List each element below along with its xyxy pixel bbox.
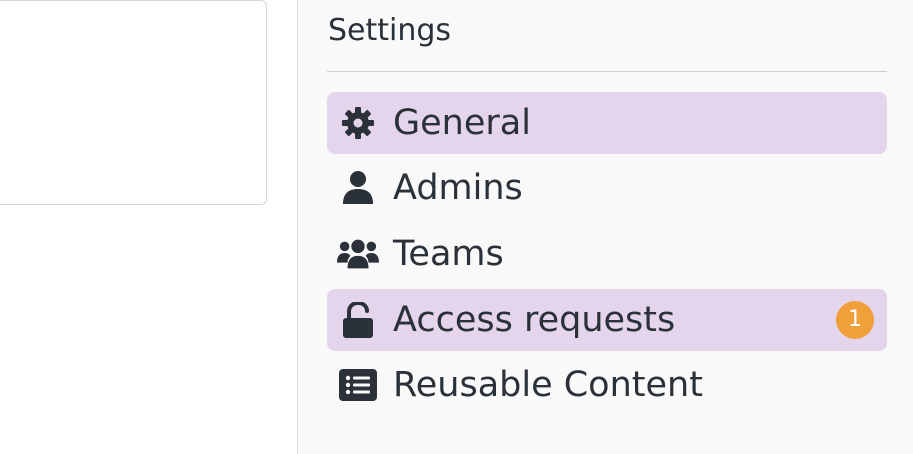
page: Settings General Admins Teams Access req… [0,0,913,454]
sidebar-item-label: General [393,103,531,143]
gear-icon [337,102,379,144]
main-content-area [0,0,297,454]
content-card [0,0,267,205]
settings-sidebar: Settings General Admins Teams Access req… [297,0,913,454]
sidebar-divider [327,71,887,72]
sidebar-item-label: Access requests [393,300,676,340]
sidebar-title: Settings [328,13,452,48]
sidebar-item-general[interactable]: General [327,92,887,154]
user-icon [337,167,379,209]
unlock-icon [337,299,379,341]
list-icon [337,364,379,406]
sidebar-item-label: Reusable Content [393,365,703,405]
sidebar-item-access-requests[interactable]: Access requests 1 [327,289,887,351]
notification-badge: 1 [836,301,874,339]
sidebar-item-label: Admins [393,168,523,208]
sidebar-item-reusable-content[interactable]: Reusable Content [327,354,887,416]
sidebar-item-label: Teams [393,234,504,274]
users-icon [337,233,379,275]
sidebar-item-teams[interactable]: Teams [327,223,887,285]
sidebar-item-admins[interactable]: Admins [327,157,887,219]
